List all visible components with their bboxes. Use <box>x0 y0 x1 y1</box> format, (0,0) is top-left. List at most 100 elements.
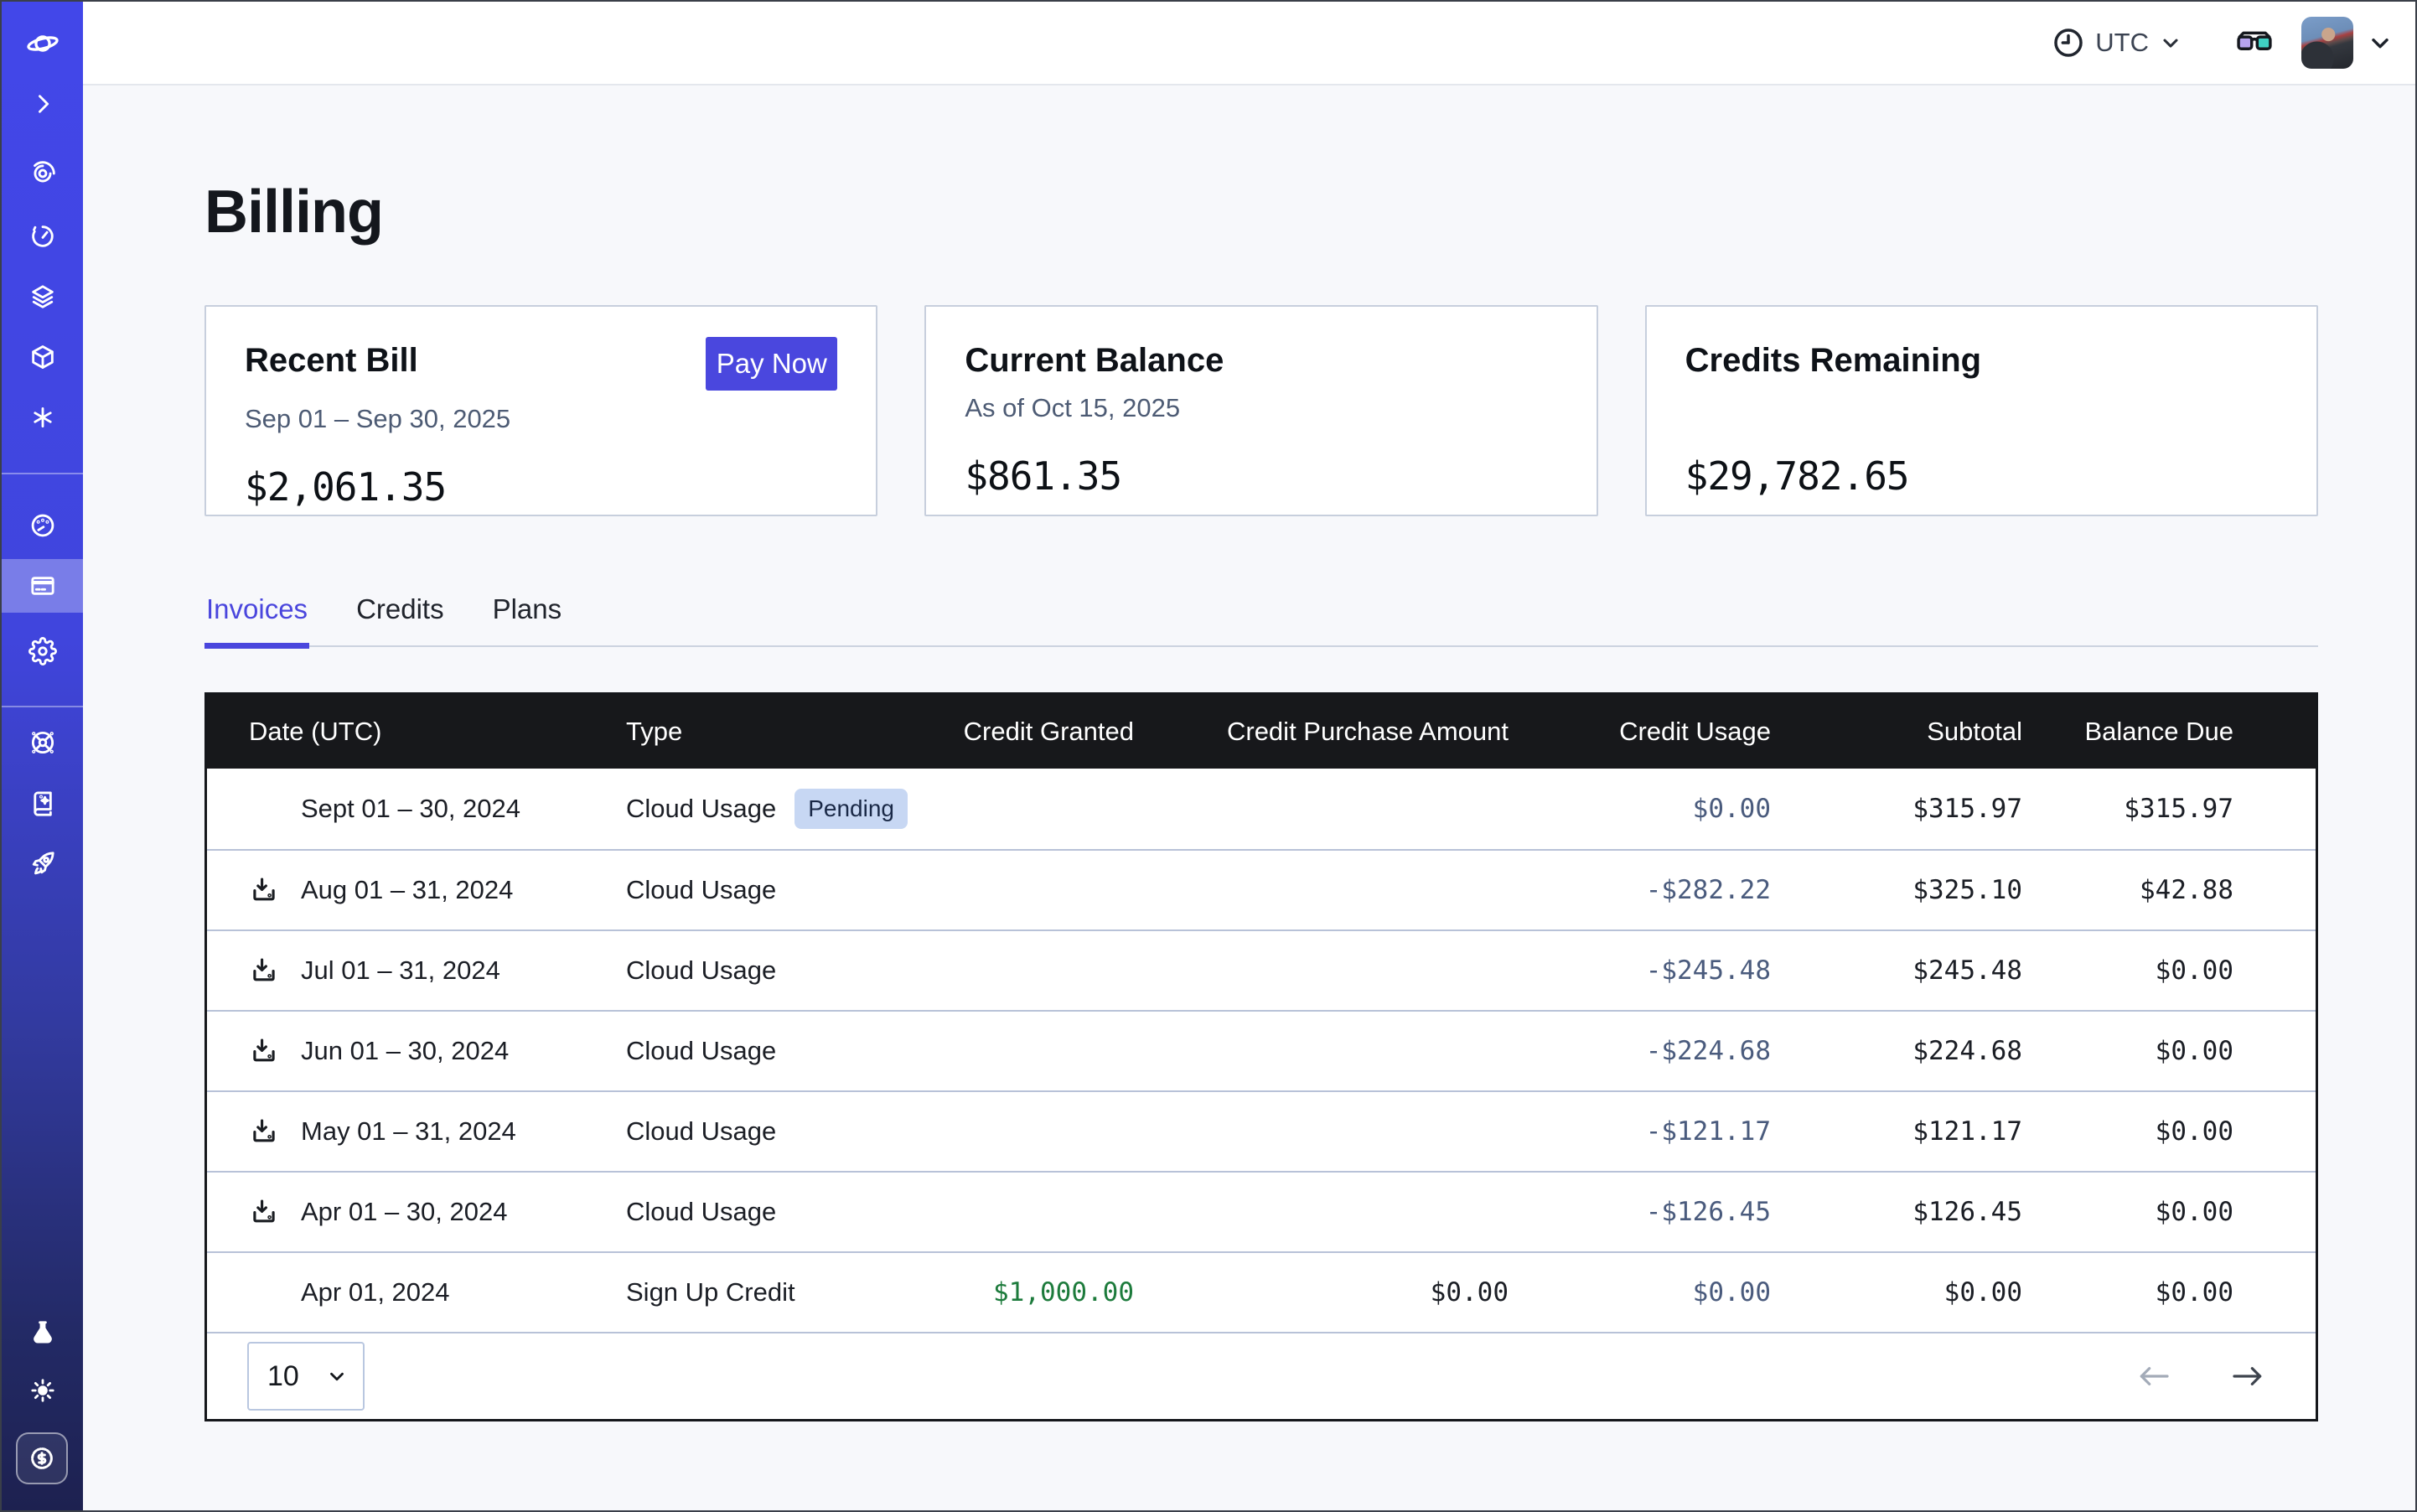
subtotal-value: $315.97 <box>1771 794 2022 824</box>
sidebar-item-layers[interactable] <box>2 270 83 324</box>
helm-icon <box>28 728 57 757</box>
credit-usage-value: $0.00 <box>1509 1277 1771 1307</box>
topbar: UTC <box>83 2 2415 85</box>
sidebar-item-support[interactable] <box>2 716 83 769</box>
card-subtitle <box>1685 393 2278 425</box>
invoice-date: Apr 01, 2024 <box>301 1277 450 1307</box>
balance-due-value: $42.88 <box>2022 875 2233 905</box>
main-area: UTC Billing <box>83 2 2415 1510</box>
table-row[interactable]: Sept 01 – 30, 2024 Cloud Usage Pending $… <box>207 769 2316 849</box>
table-footer: 10 <box>207 1332 2316 1419</box>
next-page-button[interactable] <box>2228 1363 2267 1390</box>
user-menu-button[interactable] <box>2301 17 2353 69</box>
recent-bill-amount: $2,061.35 <box>245 464 837 510</box>
sidebar-collapse-button[interactable] <box>2 77 83 131</box>
invoice-date: May 01 – 31, 2024 <box>301 1116 516 1147</box>
avatar <box>2301 17 2353 69</box>
card-title: Recent Bill <box>245 342 418 380</box>
download-invoice-button[interactable] <box>249 875 279 905</box>
chevron-down-icon <box>2159 31 2182 54</box>
download-icon <box>249 1036 279 1066</box>
page-size-value: 10 <box>267 1360 299 1393</box>
glasses-icon <box>2233 26 2276 60</box>
current-balance-amount: $861.35 <box>965 453 1557 499</box>
table-row[interactable]: Jun 01 – 30, 2024 Cloud Usage -$224.68 $… <box>207 1010 2316 1090</box>
sidebar-item-containers[interactable] <box>2 330 83 384</box>
app-logo[interactable] <box>2 17 83 70</box>
invoice-type: Cloud Usage <box>626 1036 776 1066</box>
download-icon <box>249 1197 279 1227</box>
content: Billing Recent Bill Pay Now Sep 01 – Sep… <box>83 85 2415 1510</box>
status-badge: Pending <box>794 789 908 829</box>
table-header: Date (UTC) Type Credit Granted Credit Pu… <box>207 695 2316 769</box>
pagination-controls <box>2135 1363 2267 1390</box>
card-title: Current Balance <box>965 342 1224 380</box>
sidebar-divider <box>2 706 83 707</box>
invoice-date: Sept 01 – 30, 2024 <box>301 794 520 824</box>
type-cell: Sign Up Credit <box>626 1277 953 1307</box>
tab-plans[interactable]: Plans <box>491 593 564 645</box>
balance-due-value: $0.00 <box>2022 1277 2233 1307</box>
flask-icon <box>28 1318 57 1347</box>
sidebar-item-settings[interactable] <box>2 624 83 678</box>
sidebar-item-functions[interactable] <box>2 391 83 444</box>
sidebar-item-timers[interactable] <box>2 210 83 263</box>
sidebar-item-docs[interactable] <box>2 776 83 830</box>
sidebar-item-theme[interactable] <box>2 1364 83 1417</box>
credit-usage-value: -$121.17 <box>1509 1116 1771 1147</box>
sidebar-item-labs[interactable] <box>2 1306 83 1359</box>
card-title: Credits Remaining <box>1685 342 1981 380</box>
reader-mode-button[interactable] <box>2233 26 2276 60</box>
date-cell: Aug 01 – 31, 2024 <box>207 875 626 905</box>
recent-bill-card: Recent Bill Pay Now Sep 01 – Sep 30, 202… <box>204 305 877 516</box>
balance-due-value: $0.00 <box>2022 1036 2233 1066</box>
download-icon <box>249 1116 279 1147</box>
sidebar-item-billing[interactable] <box>2 559 83 613</box>
sidebar-item-getting-started[interactable] <box>2 836 83 890</box>
billing-tabs: Invoices Credits Plans <box>204 593 2318 647</box>
sidebar <box>2 2 83 1510</box>
previous-page-button[interactable] <box>2135 1363 2173 1390</box>
subtotal-value: $126.45 <box>1771 1197 2022 1227</box>
invoice-type: Cloud Usage <box>626 794 776 824</box>
page-size-select[interactable]: 10 <box>247 1342 365 1411</box>
download-invoice-button[interactable] <box>249 1036 279 1066</box>
credit-purchase-value: $0.00 <box>1134 1277 1509 1307</box>
credits-quick-button[interactable] <box>16 1432 68 1484</box>
date-cell: Jun 01 – 30, 2024 <box>207 1036 626 1066</box>
column-header-balance-due: Balance Due <box>2022 717 2233 747</box>
download-invoice-button[interactable] <box>249 955 279 986</box>
account-menu-chevron[interactable] <box>2367 29 2394 56</box>
tab-invoices[interactable]: Invoices <box>204 593 309 645</box>
table-row[interactable]: Jul 01 – 31, 2024 Cloud Usage -$245.48 $… <box>207 929 2316 1010</box>
pay-now-button[interactable]: Pay Now <box>706 337 837 391</box>
page-title: Billing <box>204 178 2318 246</box>
subtotal-value: $224.68 <box>1771 1036 2022 1066</box>
date-cell: Sept 01 – 30, 2024 <box>207 794 626 824</box>
invoices-table: Date (UTC) Type Credit Granted Credit Pu… <box>204 692 2318 1421</box>
table-row[interactable]: Apr 01 – 30, 2024 Cloud Usage -$126.45 $… <box>207 1171 2316 1251</box>
credit-granted-value: $1,000.00 <box>953 1277 1134 1307</box>
table-row[interactable]: Apr 01, 2024 Sign Up Credit $1,000.00 $0… <box>207 1251 2316 1332</box>
current-balance-card: Current Balance As of Oct 15, 2025 $861.… <box>924 305 1597 516</box>
tab-credits[interactable]: Credits <box>355 593 446 645</box>
subtotal-value: $0.00 <box>1771 1277 2022 1307</box>
credit-card-icon <box>28 572 57 600</box>
column-header-credit-usage: Credit Usage <box>1509 717 1771 747</box>
download-invoice-button[interactable] <box>249 1116 279 1147</box>
table-body: Sept 01 – 30, 2024 Cloud Usage Pending $… <box>207 769 2316 1332</box>
rocket-icon <box>28 849 57 878</box>
invoice-type: Cloud Usage <box>626 955 776 986</box>
balance-due-value: $0.00 <box>2022 955 2233 986</box>
sidebar-item-streams[interactable] <box>2 147 83 200</box>
credits-remaining-card: Credits Remaining $29,782.65 <box>1645 305 2318 516</box>
column-header-credit-granted: Credit Granted <box>953 717 1134 747</box>
sidebar-divider <box>2 473 83 474</box>
app-window: UTC Billing <box>0 0 2417 1512</box>
sidebar-item-usage[interactable] <box>2 499 83 552</box>
download-invoice-button[interactable] <box>249 1197 279 1227</box>
table-row[interactable]: May 01 – 31, 2024 Cloud Usage -$121.17 $… <box>207 1090 2316 1171</box>
table-row[interactable]: Aug 01 – 31, 2024 Cloud Usage -$282.22 $… <box>207 849 2316 929</box>
timezone-selector[interactable]: UTC <box>2052 26 2182 60</box>
arrow-right-icon <box>2228 1363 2267 1390</box>
